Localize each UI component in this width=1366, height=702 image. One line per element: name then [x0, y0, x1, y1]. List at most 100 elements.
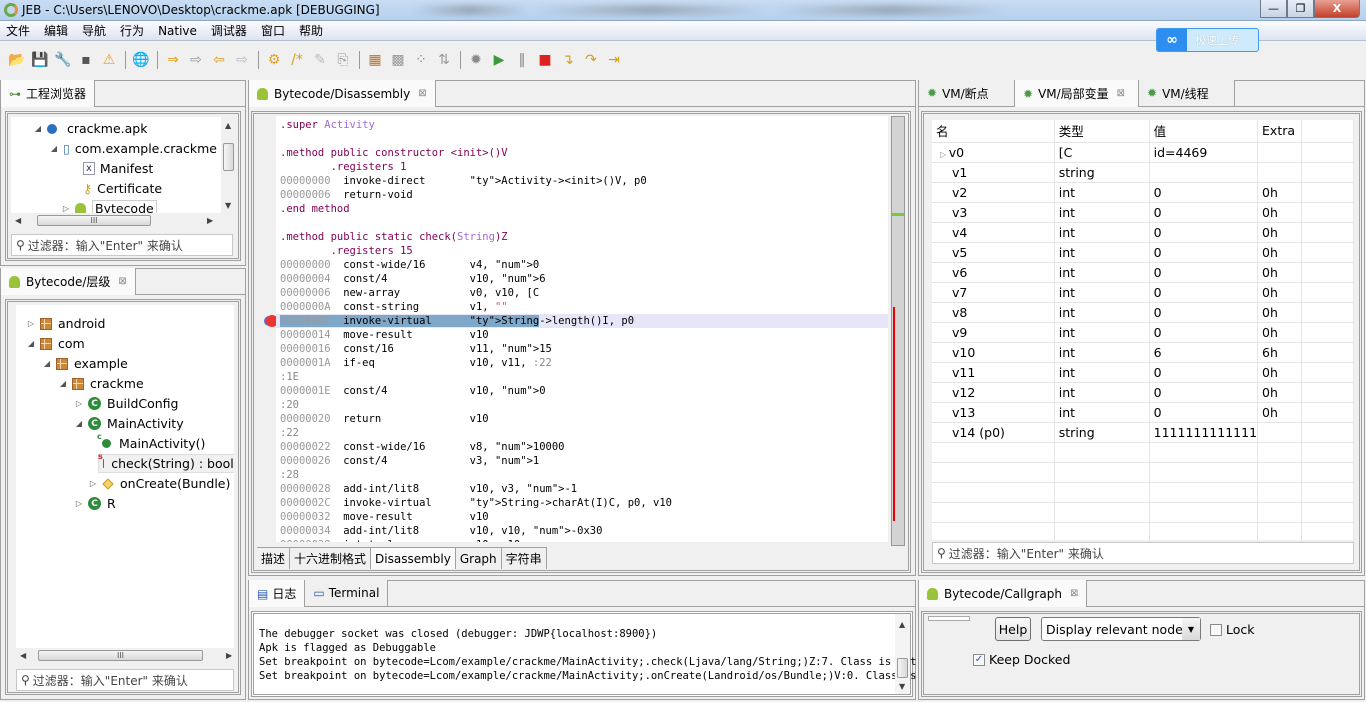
- tree-node[interactable]: ◢ C MainActivity: [74, 414, 184, 433]
- keep-docked-checkbox[interactable]: ✓ Keep Docked: [973, 652, 1070, 667]
- open-icon[interactable]: 📂: [6, 49, 28, 71]
- expand-toggle-icon[interactable]: ◢: [49, 144, 59, 153]
- tab-vm-0[interactable]: ✹ VM/断点: [919, 80, 1015, 106]
- code-line[interactable]: 00000022 const-wide/16 v8, "num">10000: [280, 440, 565, 454]
- minimize-button[interactable]: —: [1260, 0, 1287, 18]
- help-button[interactable]: Help: [995, 617, 1031, 641]
- project-filter-input[interactable]: ⚲ 过滤器：输入"Enter" 来确认: [11, 234, 233, 256]
- view-tab[interactable]: 描述: [257, 548, 291, 569]
- structure-icon[interactable]: ⇅: [433, 49, 455, 71]
- expand-toggle-icon[interactable]: ▷: [61, 204, 71, 213]
- debug-bug-icon[interactable]: ✹: [465, 49, 487, 71]
- project-tree-vscroll[interactable]: ▲ ▼: [221, 117, 236, 213]
- table-row[interactable]: v10 int 6 6h: [932, 342, 1355, 363]
- code-line[interactable]: .method public constructor <init>()V: [280, 146, 508, 160]
- menu-item[interactable]: 调试器: [211, 22, 247, 39]
- gears-icon[interactable]: ⚙: [263, 49, 285, 71]
- menu-item[interactable]: 窗口: [261, 22, 285, 39]
- expand-toggle-icon[interactable]: ◢: [58, 379, 68, 388]
- close-tab-icon[interactable]: ⊠: [418, 88, 426, 99]
- breakpoint-gutter[interactable]: [256, 116, 276, 542]
- warning-icon[interactable]: ⚠: [98, 49, 120, 71]
- tree-node-certificate[interactable]: ⚷ Certificate: [69, 179, 162, 198]
- code-line[interactable]: :28: [280, 468, 299, 482]
- restore-button[interactable]: ❐: [1287, 0, 1314, 18]
- menu-item[interactable]: 行为: [120, 22, 144, 39]
- pause-icon[interactable]: ‖: [511, 49, 533, 71]
- resume-icon[interactable]: ▶: [488, 49, 510, 71]
- menu-item[interactable]: 编辑: [44, 22, 68, 39]
- comment-icon[interactable]: /*: [286, 49, 308, 71]
- table-row[interactable]: v14 (p0) string 1111111111111: [932, 422, 1355, 443]
- column-header[interactable]: 类型: [1054, 120, 1150, 143]
- code-line[interactable]: 00000014 move-result v10: [280, 328, 489, 342]
- table-row[interactable]: v7 int 0 0h: [932, 282, 1355, 303]
- tree-node[interactable]: ◢ crackme: [58, 374, 144, 393]
- tab-vm-2[interactable]: ✹ VM/线程: [1139, 80, 1235, 106]
- save-icon[interactable]: 💾: [29, 49, 51, 71]
- rename-icon[interactable]: ✎: [309, 49, 331, 71]
- code-line[interactable]: 0000001A if-eq v10, v11, :22: [280, 356, 552, 370]
- step-out-icon[interactable]: ⇥: [603, 49, 625, 71]
- tree-node[interactable]: ▷ C R: [74, 494, 116, 513]
- forward-icon[interactable]: ⇨: [231, 49, 253, 71]
- tree-node[interactable]: ◢ com: [26, 334, 85, 353]
- jump-to-icon[interactable]: ⇒: [162, 49, 184, 71]
- table-row[interactable]: v4 int 0 0h: [932, 222, 1355, 243]
- column-header[interactable]: 名: [932, 120, 1055, 143]
- code-line[interactable]: :20: [280, 398, 299, 412]
- close-button[interactable]: X: [1314, 0, 1360, 18]
- globe-icon[interactable]: 🌐: [130, 49, 152, 71]
- table-row[interactable]: v6 int 0 0h: [932, 262, 1355, 283]
- step-into-icon[interactable]: ↴: [557, 49, 579, 71]
- code-line[interactable]: 00000032 move-result v10: [280, 510, 489, 524]
- code-line[interactable]: 00000000 invoke-direct "ty">Activity-><i…: [280, 174, 647, 188]
- tab-vm-1[interactable]: ✹ VM/局部变量 ⊠: [1015, 80, 1139, 107]
- navigate-icon[interactable]: ⇨: [185, 49, 207, 71]
- code-line[interactable]: 00000016 const/16 v11, "num">15: [280, 342, 552, 356]
- code-line[interactable]: 00000034 add-int/lit8 v10, v10, "num">-0…: [280, 524, 602, 538]
- code-line[interactable]: :22: [280, 426, 299, 440]
- menu-item[interactable]: 导航: [82, 22, 106, 39]
- package-icon[interactable]: ▦: [364, 49, 386, 71]
- tree-node[interactable]: ▷ C BuildConfig: [74, 394, 179, 413]
- code-line[interactable]: :1E: [280, 370, 299, 384]
- code-line[interactable]: 0000002C invoke-virtual "ty">String->cha…: [280, 496, 672, 510]
- expand-toggle-icon[interactable]: ▷: [88, 479, 98, 488]
- export-icon[interactable]: ⎘: [332, 49, 354, 71]
- code-line[interactable]: 00000026 const/4 v3, "num">1: [280, 454, 539, 468]
- tree-node-bytecode[interactable]: ▷ Bytecode: [61, 199, 157, 213]
- wrench-icon[interactable]: 🔧: [52, 49, 74, 71]
- expand-toggle-icon[interactable]: ◢: [74, 419, 84, 428]
- lock-checkbox[interactable]: Lock: [1210, 622, 1255, 637]
- project-tree-hscroll[interactable]: ◀ III ▶: [11, 213, 221, 228]
- expand-toggle-icon[interactable]: ▷: [74, 499, 84, 508]
- close-tab-icon[interactable]: ⊠: [1117, 88, 1125, 99]
- table-row[interactable]: v5 int 0 0h: [932, 242, 1355, 263]
- disassembly-code-view[interactable]: .super Activity .method public constructo…: [256, 116, 888, 542]
- table-row[interactable]: v8 int 0 0h: [932, 302, 1355, 323]
- table-row[interactable]: v11 int 0 0h: [932, 362, 1355, 383]
- code-line[interactable]: 00000020 return v10: [280, 412, 489, 426]
- table-row[interactable]: v12 int 0 0h: [932, 382, 1355, 403]
- hierarchy-hscroll[interactable]: ◀ III ▶: [16, 648, 234, 663]
- view-tab[interactable]: 十六进制格式: [290, 548, 372, 569]
- code-line[interactable]: 0000001E const/4 v10, "num">0: [280, 384, 546, 398]
- code-line[interactable]: 0000000A const-string v1, "": [280, 300, 508, 314]
- code-line[interactable]: 00000000 const-wide/16 v4, "num">0: [280, 258, 539, 272]
- tab-log[interactable]: ▤ 日志: [249, 580, 306, 607]
- current-instruction-line[interactable]: 0000000E invoke-virtual "ty">String->len…: [276, 314, 888, 328]
- table-row[interactable]: v2 int 0 0h: [932, 182, 1355, 203]
- expand-toggle-icon[interactable]: ◢: [26, 339, 36, 348]
- tab-terminal[interactable]: ▭ Terminal: [305, 580, 389, 606]
- overview-ruler[interactable]: [891, 116, 905, 546]
- tab-bytecode-disassembly[interactable]: Bytecode/Disassembly ⊠: [249, 80, 436, 107]
- tree-node[interactable]: scheck(String) : boolean: [98, 452, 234, 473]
- expand-toggle-icon[interactable]: ◢: [42, 359, 52, 368]
- column-header[interactable]: Extra: [1257, 120, 1302, 143]
- stop-icon[interactable]: ■: [534, 49, 556, 71]
- tree-node[interactable]: ▷ onCreate(Bundle) : void: [88, 474, 234, 493]
- table-row[interactable]: v13 int 0 0h: [932, 402, 1355, 423]
- close-tab-icon[interactable]: ⊠: [118, 276, 126, 287]
- column-header[interactable]: 值: [1149, 120, 1259, 143]
